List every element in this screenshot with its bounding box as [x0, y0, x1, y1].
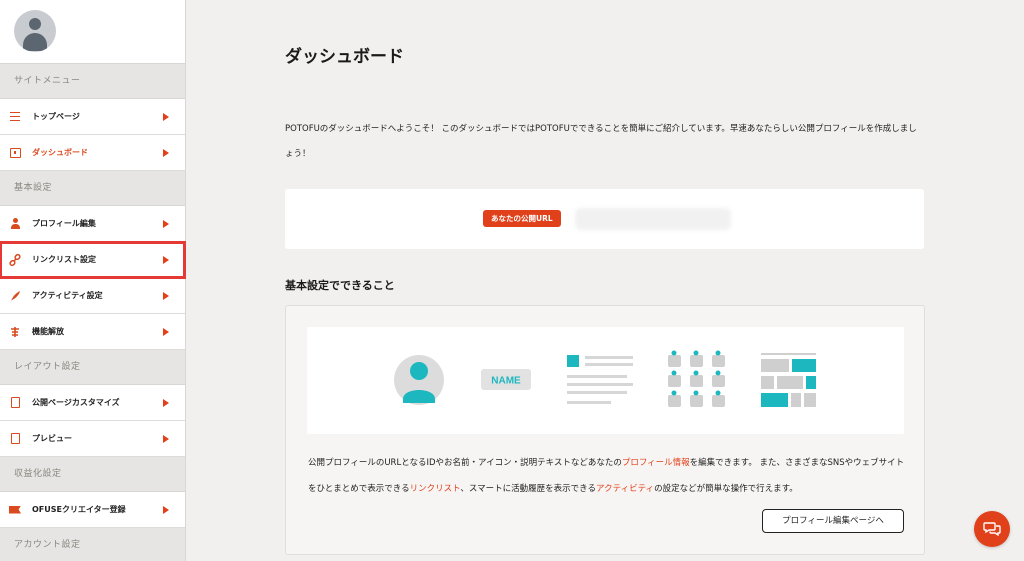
chat-support-button[interactable]: [974, 511, 1010, 547]
section-layout: レイアウト設定: [0, 350, 185, 385]
function-icon: [8, 325, 22, 339]
preview-icon: [8, 432, 22, 446]
feature-description: 公開プロフィールのURLとなるIDやお名前・アイコン・説明テキストなどあなたのプ…: [308, 450, 908, 502]
main-content: ダッシュボード POTOFUのダッシュボードへようこそ！ このダッシュボードでは…: [187, 0, 1024, 561]
link-list-link[interactable]: リンクリスト: [410, 484, 461, 494]
sidebar-item-label: ダッシュボード: [32, 148, 88, 157]
sidebar-header: [0, 0, 185, 64]
avatar[interactable]: [14, 10, 56, 52]
quill-icon: [8, 289, 22, 303]
arrow-right-icon: [163, 220, 169, 228]
profile-edit-button[interactable]: プロフィール編集ページへ: [762, 509, 904, 533]
page-edit-icon: [8, 396, 22, 410]
grid-icon: [668, 350, 725, 407]
arrow-right-icon: [163, 506, 169, 514]
sidebar-item-label: 公開ページカスタマイズ: [32, 398, 120, 407]
section-basic: 基本設定: [0, 171, 185, 206]
feature-card: NAME 公開プロフィールのURLとなるIDやお名前・アイコン・説明テキストなど…: [285, 305, 925, 555]
sidebar-item-customize[interactable]: 公開ページカスタマイズ: [0, 385, 185, 421]
desc-text: 、スマートに活動履歴を表示できる: [460, 484, 596, 494]
arrow-right-icon: [163, 399, 169, 407]
sidebar-item-label: プロフィール編集: [32, 219, 96, 228]
public-url-card: あなたの公開URL: [285, 189, 924, 249]
text-list-icon: [567, 355, 633, 404]
menu-lines-icon: [8, 110, 22, 124]
sidebar-item-unlock[interactable]: 機能解放: [0, 314, 185, 350]
name-label: NAME: [491, 376, 521, 387]
arrow-right-icon: [163, 256, 169, 264]
arrow-right-icon: [163, 328, 169, 336]
layout-blocks-icon: [761, 353, 816, 407]
arrow-right-icon: [163, 113, 169, 121]
desc-text: の設定などが簡単な操作で行えます。: [654, 484, 798, 494]
activity-link[interactable]: アクティビティ: [596, 484, 654, 494]
section-account: アカウント設定: [0, 528, 185, 561]
name-pill: NAME: [481, 369, 531, 390]
link-icon: [8, 253, 22, 267]
sidebar-item-link-list[interactable]: リンクリスト設定: [0, 241, 186, 279]
sidebar-item-label: 機能解放: [32, 327, 64, 336]
intro-text: POTOFUのダッシュボードへようこそ！ このダッシュボードではPOTOFUでで…: [285, 124, 917, 159]
section-monetize: 収益化設定: [0, 457, 185, 492]
arrow-right-icon: [163, 149, 169, 157]
profile-info-link[interactable]: プロフィール情報: [622, 458, 690, 468]
sidebar-item-label: プレビュー: [32, 434, 72, 443]
sidebar-item-dashboard[interactable]: ダッシュボード: [0, 135, 185, 171]
section-site-menu: サイトメニュー: [0, 64, 185, 99]
sidebar: サイトメニュー トップページ ダッシュボード 基本設定 プロフィール編集 リンク…: [0, 0, 186, 561]
dashboard-icon: [8, 146, 22, 160]
sidebar-item-top[interactable]: トップページ: [0, 99, 185, 135]
sidebar-item-activity[interactable]: アクティビティ設定: [0, 278, 185, 314]
public-url-value[interactable]: [575, 208, 731, 230]
sidebar-item-label: リンクリスト設定: [32, 255, 96, 264]
desc-text: 公開プロフィールのURLとなるIDやお名前・アイコン・説明テキストなどあなたの: [308, 458, 622, 468]
sidebar-item-label: トップページ: [32, 112, 80, 121]
section-title: 基本設定でできること: [285, 279, 395, 292]
chat-icon: [983, 522, 1001, 537]
sidebar-item-label: アクティビティ設定: [32, 291, 103, 300]
page-title: ダッシュボード: [285, 47, 404, 67]
sidebar-item-label: OFUSEクリエイター登録: [32, 505, 126, 514]
sidebar-item-preview[interactable]: プレビュー: [0, 421, 185, 457]
sidebar-item-ofuse[interactable]: OFUSEクリエイター登録: [0, 492, 185, 528]
arrow-right-icon: [163, 292, 169, 300]
sidebar-item-profile-edit[interactable]: プロフィール編集: [0, 206, 185, 242]
ofuse-icon: [8, 503, 22, 517]
profile-avatar-icon: [394, 355, 444, 405]
arrow-right-icon: [163, 435, 169, 443]
person-icon: [8, 217, 22, 231]
public-url-badge: あなたの公開URL: [483, 210, 561, 227]
feature-illustration: NAME: [307, 327, 904, 434]
